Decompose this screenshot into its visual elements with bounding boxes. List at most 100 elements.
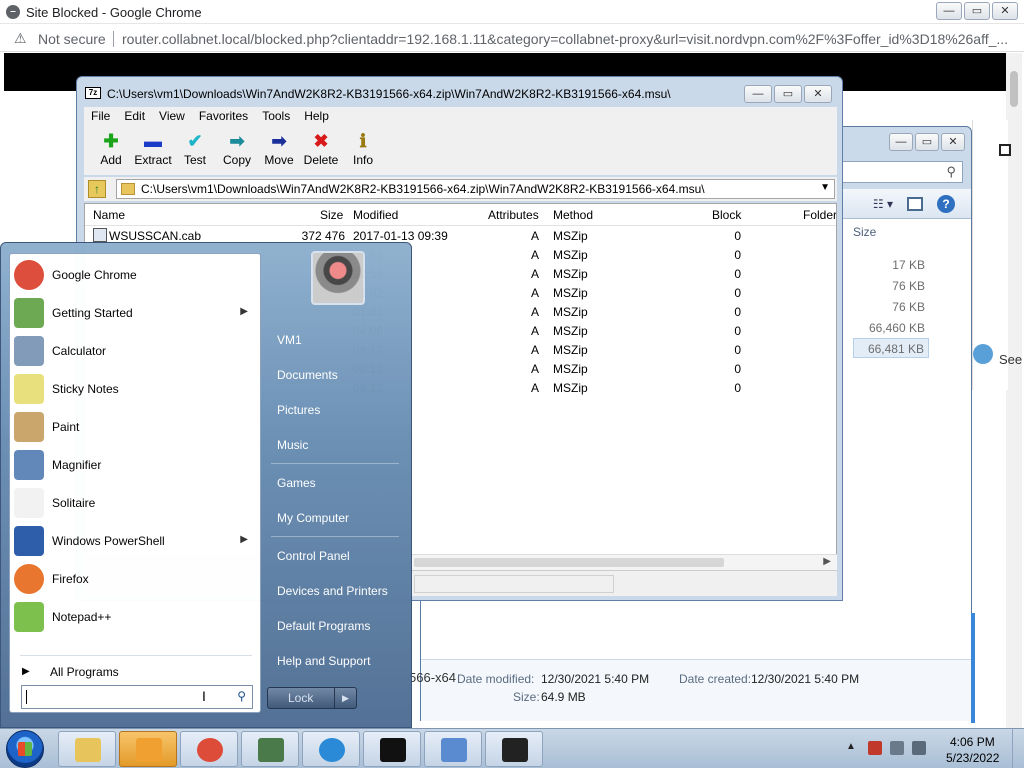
column-modified[interactable]: Modified: [353, 208, 398, 222]
preview-pane-icon[interactable]: [907, 197, 923, 211]
volume-icon[interactable]: [912, 741, 926, 755]
file-size[interactable]: 66,460 KB: [853, 318, 929, 338]
column-folder[interactable]: Folder: [803, 208, 836, 222]
help-icon[interactable]: ?: [937, 195, 955, 213]
user-picture[interactable]: [311, 251, 365, 305]
cell-method: MSZip: [553, 267, 588, 281]
maximize-button[interactable]: ▭: [964, 2, 990, 20]
column-attributes[interactable]: Attributes: [488, 208, 539, 222]
clock-date[interactable]: 5/23/2022: [946, 751, 999, 765]
url-text[interactable]: router.collabnet.local/blocked.php?clien…: [122, 31, 1012, 47]
action-center-icon[interactable]: [868, 741, 882, 755]
start-program-magnifier[interactable]: Magnifier: [10, 446, 260, 484]
minimize-button[interactable]: —: [936, 2, 962, 20]
start-program-calculator[interactable]: Calculator: [10, 332, 260, 370]
taskbar-internet-explorer-button[interactable]: [302, 731, 360, 767]
path-text[interactable]: C:\Users\vm1\Downloads\Win7AndW2K8R2-KB3…: [141, 182, 705, 196]
menu-view[interactable]: View: [152, 107, 192, 125]
close-button[interactable]: ✕: [992, 2, 1018, 20]
close-button[interactable]: ✕: [804, 85, 832, 103]
scrollbar-thumb[interactable]: [414, 558, 724, 567]
start-program-windows-powershell[interactable]: Windows PowerShell ▶: [10, 522, 260, 560]
scrollbar-thumb[interactable]: [1010, 71, 1018, 107]
start-program-notepad-[interactable]: Notepad++: [10, 598, 260, 636]
toolbar-info-button[interactable]: ℹ Info: [342, 125, 384, 175]
start-program-firefox[interactable]: Firefox: [10, 560, 260, 598]
start-link-help-and-support[interactable]: Help and Support: [269, 646, 405, 676]
menu-favorites[interactable]: Favorites: [192, 107, 255, 125]
minimize-button[interactable]: —: [744, 85, 772, 103]
start-program-paint[interactable]: Paint: [10, 408, 260, 446]
column-method[interactable]: Method: [553, 208, 593, 222]
toolbar-copy-button[interactable]: ➡ Copy: [216, 125, 258, 175]
file-size[interactable]: 76 KB: [853, 276, 929, 296]
start-program-sticky-notes[interactable]: Sticky Notes: [10, 370, 260, 408]
start-program-getting-started[interactable]: Getting Started ▶: [10, 294, 260, 332]
start-link-pictures[interactable]: Pictures: [269, 395, 405, 425]
toolbar-add-button[interactable]: ✚ Add: [90, 125, 132, 175]
chevron-down-icon[interactable]: ▼: [820, 182, 830, 193]
start-link-my-computer[interactable]: My Computer: [269, 503, 405, 533]
taskbar-media-player-button[interactable]: [119, 731, 177, 767]
lock-button[interactable]: Lock ▶: [267, 687, 357, 709]
start-link-default-programs[interactable]: Default Programs: [269, 611, 405, 641]
toolbar-delete-button[interactable]: ✖ Delete: [300, 125, 342, 175]
toolbar-label: Delete: [303, 153, 339, 167]
toolbar-test-button[interactable]: ✔ Test: [174, 125, 216, 175]
see-link[interactable]: See: [999, 352, 1022, 367]
menu-help[interactable]: Help: [297, 107, 336, 125]
menu-file[interactable]: File: [84, 107, 117, 125]
clock-time[interactable]: 4:06 PM: [950, 735, 995, 749]
taskbar-7zip-button[interactable]: [485, 731, 543, 767]
start-link-devices-and-printers[interactable]: Devices and Printers: [269, 576, 405, 606]
maximize-button[interactable]: ▭: [915, 133, 939, 151]
security-status[interactable]: Not secure: [38, 31, 106, 47]
start-program-solitaire[interactable]: Solitaire: [10, 484, 260, 522]
start-link-control-panel[interactable]: Control Panel: [269, 541, 405, 571]
start-program-google-chrome[interactable]: Google Chrome: [10, 256, 260, 294]
warning-icon[interactable]: ⚠: [14, 30, 27, 47]
taskbar-task-manager-button[interactable]: [241, 731, 299, 767]
toolbar-extract-button[interactable]: ▬ Extract: [132, 125, 174, 175]
taskbar-control-panel-button[interactable]: [424, 731, 482, 767]
minimize-button[interactable]: —: [889, 133, 913, 151]
power-options-arrow-icon[interactable]: ▶: [334, 688, 356, 708]
start-search-input[interactable]: I ⚲: [21, 685, 253, 709]
all-programs-button[interactable]: ▶ All Programs: [20, 662, 252, 684]
path-combobox[interactable]: C:\Users\vm1\Downloads\Win7AndW2K8R2-KB3…: [116, 179, 835, 199]
start-link-games[interactable]: Games: [269, 468, 405, 498]
menu-tools[interactable]: Tools: [255, 107, 297, 125]
start-link-music[interactable]: Music: [269, 430, 405, 460]
start-link-vm1[interactable]: VM1: [269, 325, 405, 355]
network-icon[interactable]: [890, 741, 904, 755]
column-block[interactable]: Block: [712, 208, 741, 222]
chevron-right-icon: ▶: [22, 666, 30, 677]
scroll-right-icon[interactable]: ▶: [823, 556, 831, 567]
address-bar[interactable]: ⚠ Not secure router.collabnet.local/bloc…: [0, 24, 1024, 52]
maximize-button[interactable]: ▭: [774, 85, 802, 103]
taskbar-cmd-button[interactable]: [363, 731, 421, 767]
start-button[interactable]: [6, 730, 44, 768]
column-size[interactable]: Size: [320, 208, 343, 222]
file-size-selected[interactable]: 66,481 KB: [853, 338, 929, 358]
cell-block: 0: [734, 381, 741, 395]
show-desktop-button[interactable]: [1012, 729, 1024, 768]
close-button[interactable]: ✕: [941, 133, 965, 151]
size-column-header[interactable]: Size: [853, 225, 933, 239]
show-hidden-icons-icon[interactable]: ▲: [846, 741, 856, 752]
file-size[interactable]: 76 KB: [853, 297, 929, 317]
explorer-search-input[interactable]: ⚲: [833, 161, 963, 183]
taskbar-chrome-button[interactable]: [180, 731, 238, 767]
up-folder-icon[interactable]: ↑: [88, 180, 106, 198]
taskbar-explorer-button[interactable]: [58, 731, 116, 767]
cab-file-icon: [93, 228, 107, 242]
column-name[interactable]: Name: [93, 208, 125, 222]
toolbar-label: Test: [183, 153, 206, 167]
start-link-documents[interactable]: Documents: [269, 360, 405, 390]
file-size[interactable]: 17 KB: [853, 255, 929, 275]
menu-edit[interactable]: Edit: [117, 107, 152, 125]
7zip-titlebar[interactable]: 7z C:\Users\vm1\Downloads\Win7AndW2K8R2-…: [77, 77, 842, 107]
view-options-icon[interactable]: ☷ ▾: [873, 197, 893, 211]
search-icon[interactable]: ⚲: [237, 689, 246, 703]
toolbar-move-button[interactable]: ➡ Move: [258, 125, 300, 175]
